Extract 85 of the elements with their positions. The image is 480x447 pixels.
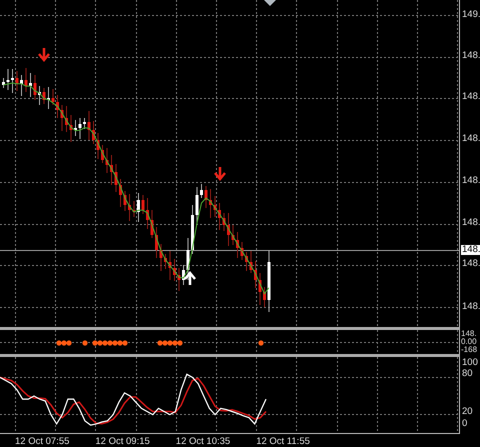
candle <box>20 74 23 96</box>
candle <box>70 114 72 142</box>
candle <box>258 272 262 306</box>
candle <box>196 186 198 224</box>
current-price-label: 148. <box>461 245 480 255</box>
price-label: 148. <box>462 176 480 186</box>
candle <box>164 254 167 270</box>
candle <box>232 224 234 246</box>
candle <box>186 238 190 280</box>
oscillator-label: 0 <box>462 419 468 429</box>
candle <box>60 104 64 132</box>
indicator-label: 148. <box>461 330 477 338</box>
candle <box>6 68 10 90</box>
candle <box>178 268 180 292</box>
candle <box>173 258 176 282</box>
candle <box>214 196 216 218</box>
candle <box>101 144 104 164</box>
oscillator-label: 80 <box>462 369 473 379</box>
candle <box>47 86 50 110</box>
candle <box>209 188 212 218</box>
candle <box>34 74 36 100</box>
candle <box>2 78 5 88</box>
candle <box>88 110 90 140</box>
oscillator-label: 20 <box>462 407 473 417</box>
indicator-label: -168 <box>461 346 478 354</box>
price-label: 148. <box>462 134 480 144</box>
candle <box>245 252 248 272</box>
candle <box>11 68 14 94</box>
price-label: 148. <box>462 51 480 61</box>
candle <box>182 264 185 286</box>
candle <box>74 120 77 136</box>
candle <box>200 184 203 198</box>
up-arrow-icon <box>184 271 196 286</box>
signal-dot <box>258 340 264 346</box>
candle <box>119 178 122 208</box>
candle <box>204 186 208 208</box>
time-label: 12 Oct 09:15 <box>95 436 150 447</box>
shift-marker-icon[interactable] <box>264 0 276 6</box>
candle <box>92 120 95 144</box>
candle <box>65 106 68 132</box>
candle <box>137 192 140 222</box>
candle <box>263 286 266 308</box>
candle <box>250 250 252 274</box>
price-label: 148. <box>462 218 480 228</box>
candle <box>114 164 118 192</box>
candle <box>142 194 144 214</box>
candle <box>38 86 41 106</box>
candle <box>222 212 226 232</box>
candle <box>160 244 162 272</box>
candle <box>128 194 131 222</box>
down-arrow-icon <box>38 46 50 62</box>
candle <box>52 88 54 106</box>
price-label: 148. <box>462 259 480 269</box>
candle <box>168 250 172 280</box>
candle <box>124 190 126 212</box>
oscillator-label: 100 <box>462 358 478 368</box>
price-label: 148. <box>462 92 480 102</box>
candle <box>150 210 154 238</box>
candle <box>240 242 244 260</box>
candle <box>268 250 270 312</box>
candle <box>218 202 221 230</box>
candle <box>106 148 108 174</box>
candle <box>227 212 230 246</box>
down-arrow-icon <box>214 166 226 181</box>
price-label: 149. <box>462 10 480 20</box>
candle <box>24 68 28 92</box>
candle <box>132 200 136 218</box>
candle <box>56 94 59 118</box>
candle <box>146 198 149 230</box>
candle <box>254 260 257 288</box>
indicator-label: 0.00 <box>461 338 477 346</box>
candle <box>110 154 113 186</box>
candle <box>155 226 158 258</box>
candle <box>96 132 100 160</box>
candle <box>236 232 239 258</box>
candle <box>16 70 18 92</box>
time-label: 12 Oct 10:35 <box>176 436 230 447</box>
candle <box>78 118 82 140</box>
price-label: 148. <box>462 302 480 312</box>
candle <box>42 88 46 104</box>
candle <box>83 118 86 130</box>
candle <box>29 72 32 98</box>
time-label: 12 Oct 07:55 <box>15 436 70 447</box>
signal-dot <box>82 340 88 346</box>
time-label: 12 Oct 11:55 <box>256 436 310 447</box>
